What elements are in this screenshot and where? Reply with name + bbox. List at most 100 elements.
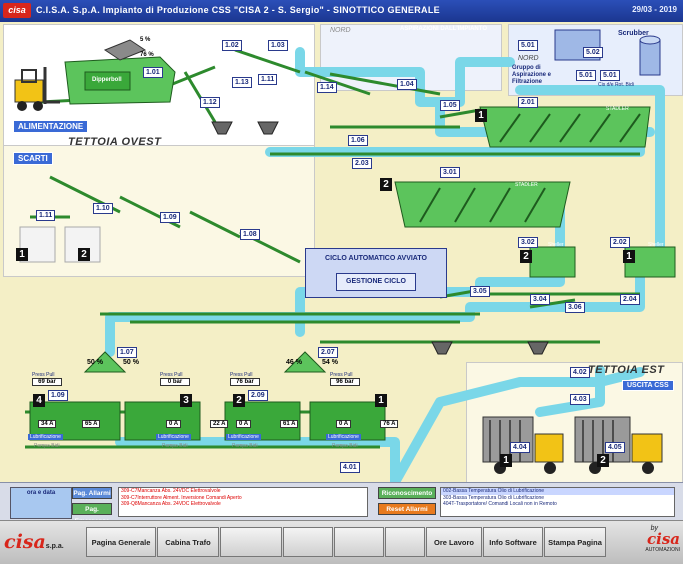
- cisa-brand: cisas.p.a.: [4, 531, 74, 557]
- line-number: 1: [16, 248, 28, 261]
- scrubber-label: Scrubber: [618, 30, 649, 37]
- press-readout: Press Pull 0 bar: [160, 372, 190, 386]
- title-bar: cisa C.I.S.A. S.p.A. Impianto di Produzi…: [0, 0, 683, 22]
- cycle-panel: CICLO AUTOMATICO AVVIATO GESTIONE CICLO: [305, 248, 447, 298]
- reset-alarms-button[interactable]: Reset Allarmi: [378, 503, 436, 515]
- empty-button-4[interactable]: [385, 527, 425, 557]
- empty-button-1[interactable]: [220, 527, 282, 557]
- percent-c: 46 %: [286, 359, 302, 366]
- line-number: 1: [623, 250, 635, 263]
- conveyor-label[interactable]: 1.13: [232, 77, 252, 88]
- conveyor-label[interactable]: 1.03: [268, 40, 288, 51]
- empty-button-2[interactable]: [283, 527, 333, 557]
- conveyor-label[interactable]: 1.05: [440, 100, 460, 111]
- press-current: 61 A: [280, 420, 299, 428]
- stadler-label-1: STADLER: [606, 106, 629, 112]
- conveyor-label[interactable]: 3.06: [565, 302, 585, 313]
- conveyor-label[interactable]: 1.12: [200, 97, 220, 108]
- forklift-icon: [14, 67, 60, 111]
- conveyor-label[interactable]: 5.02: [583, 47, 603, 58]
- press-current: 76 A: [380, 420, 399, 428]
- conveyor-label[interactable]: 5.01: [518, 40, 538, 51]
- print-page-button[interactable]: Stampa Pagina: [544, 527, 606, 557]
- conveyor-label[interactable]: 2.02: [610, 237, 630, 248]
- press-speed: 0 A: [336, 420, 352, 428]
- emergencies-page-button[interactable]: Pag. Emergenze: [72, 503, 112, 525]
- conveyor-label[interactable]: 1.06: [348, 135, 368, 146]
- conveyor-label[interactable]: 4.01: [340, 462, 360, 473]
- press-readout: Press Pull 96 bar: [330, 372, 360, 386]
- stadler-label-2: STADLER: [515, 182, 538, 188]
- conveyor-label[interactable]: 4.04: [510, 442, 530, 453]
- warning-item: 404T-Trasportatore/ Comandi Locali non i…: [443, 501, 557, 507]
- feeder-load: 76 %: [140, 52, 154, 58]
- nord-label-right: NORD: [518, 55, 539, 62]
- conveyor-label[interactable]: 3.05: [470, 286, 490, 297]
- conveyor-label[interactable]: 3.01: [440, 167, 460, 178]
- pump-label: Pompa Bidi: [332, 443, 358, 449]
- conveyor-label[interactable]: 1.14: [317, 82, 337, 93]
- work-hours-button[interactable]: Ore Lavoro: [426, 527, 482, 557]
- line-number: 2: [597, 454, 609, 467]
- press-current: 22 A: [210, 420, 229, 428]
- tettoia-est-title: TETTOIA EST: [588, 364, 665, 376]
- line-number: 1: [500, 454, 512, 467]
- conveyor-label[interactable]: 1.02: [222, 40, 242, 51]
- brand-suffix: s.p.a.: [45, 543, 64, 550]
- section-uscita-css[interactable]: USCITA CSS: [622, 380, 674, 391]
- filter-label: Cis d/e Rot. Bidi: [598, 82, 634, 88]
- alarm-list[interactable]: 309-C7Mancanza Abs. 24VDC Elettrovalvole…: [118, 487, 368, 517]
- conveyor-label[interactable]: 2.04: [620, 294, 640, 305]
- window-title: C.I.S.A. S.p.A. Impianto di Produzione C…: [36, 5, 440, 15]
- cisa-automazioni-logo: by cisa AUTOMAZIONI: [618, 525, 680, 561]
- conveyor-label[interactable]: 4.02: [570, 367, 590, 378]
- conveyor-label[interactable]: 1.09: [48, 390, 68, 401]
- line-number: 2: [233, 394, 245, 407]
- acknowledge-button[interactable]: Riconoscimento: [378, 487, 436, 499]
- conveyor-label[interactable]: 1.10: [93, 203, 113, 214]
- lubrication-label: Lubrificazione: [156, 434, 191, 440]
- conveyor-label[interactable]: 3.02: [518, 237, 538, 248]
- percent-d: 54 %: [322, 359, 338, 366]
- conveyor-label[interactable]: 2.01: [518, 97, 538, 108]
- alarm-item: 309-Q8Mancanza Abs. 24VDC Elettrovalvole: [121, 501, 221, 507]
- press-readout: Press Pull 69 bar: [32, 372, 62, 386]
- conveyor-label[interactable]: 5.01: [576, 70, 596, 81]
- conveyor-label[interactable]: 1.11: [258, 74, 278, 85]
- press-readout: Press Pull 76 bar: [230, 372, 260, 386]
- conveyor-label[interactable]: 4.03: [570, 394, 590, 405]
- nord-label-left: NORD: [330, 27, 351, 34]
- line-number: 3: [180, 394, 192, 407]
- date-time-box: ora e data: [10, 487, 72, 519]
- conveyor-label[interactable]: 1.04: [397, 79, 417, 90]
- trafo-cabin-button[interactable]: Cabina Trafo: [157, 527, 219, 557]
- conveyor-label[interactable]: 1.11: [36, 210, 56, 221]
- conveyor-label[interactable]: 2.09: [248, 390, 268, 401]
- section-alimentazione[interactable]: ALIMENTAZIONE: [13, 120, 89, 133]
- conveyor-label[interactable]: 2.07: [318, 347, 338, 358]
- shellers: [529, 246, 676, 278]
- press-pressure: 96 bar: [330, 378, 360, 386]
- gestione-ciclo-button[interactable]: GESTIONE CICLO: [336, 273, 416, 291]
- empty-button-3[interactable]: [334, 527, 384, 557]
- alarms-page-button[interactable]: Pag. Allarmi: [72, 487, 112, 499]
- conveyor-label[interactable]: 1.08: [240, 229, 260, 240]
- press-pressure: 69 bar: [32, 378, 62, 386]
- conveyor-label[interactable]: 5.01: [600, 70, 620, 81]
- conveyor-label[interactable]: 4.05: [605, 442, 625, 453]
- lubrication-label: Lubrificazione: [226, 434, 261, 440]
- general-page-button[interactable]: Pagina Generale: [86, 527, 156, 557]
- feeder-speed: 5 %: [140, 37, 151, 43]
- conveyor-label[interactable]: 1.07: [117, 347, 137, 358]
- conveyor-label[interactable]: 2.03: [352, 158, 372, 169]
- by-sub: AUTOMAZIONI: [645, 547, 680, 553]
- aspirazioni-label: ASPIRAZIONI DALL'IMPIANTO: [400, 26, 487, 32]
- conveyor-label[interactable]: 3.04: [530, 294, 550, 305]
- conveyor-label[interactable]: 1.01: [143, 67, 163, 78]
- warning-list[interactable]: 002-Bassa Temperatura Olio di Lubrificaz…: [440, 487, 675, 517]
- line-number: 2: [520, 250, 532, 263]
- section-scarti[interactable]: SCARTI: [13, 152, 53, 165]
- software-info-button[interactable]: Info Software: [483, 527, 543, 557]
- line-number: 1: [475, 109, 487, 122]
- conveyor-label[interactable]: 1.09: [160, 212, 180, 223]
